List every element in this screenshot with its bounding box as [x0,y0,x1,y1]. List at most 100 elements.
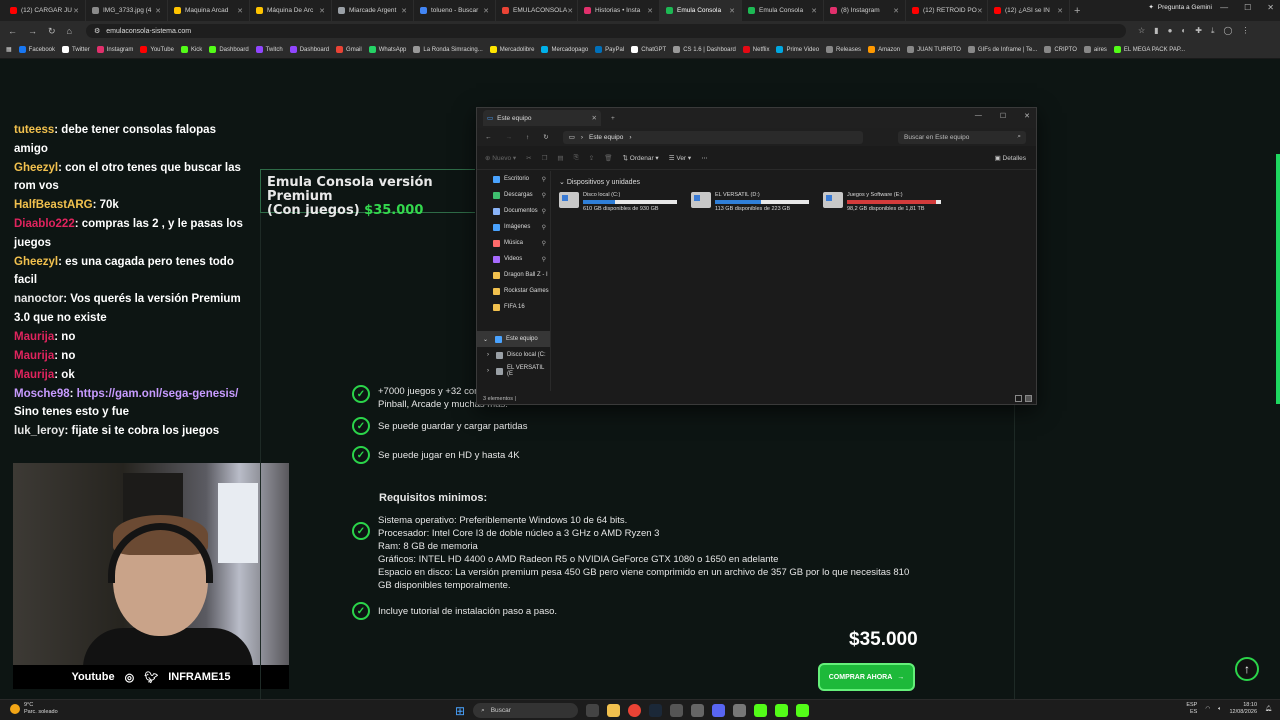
close-tab-icon[interactable]: ✕ [977,7,983,15]
close-tab-icon[interactable]: ✕ [73,7,79,15]
close-tab-icon[interactable]: ✕ [592,114,597,122]
bookmark-item[interactable]: Dashboard [209,46,249,53]
discord-icon[interactable] [712,704,726,717]
chevron-icon[interactable]: ⌄ [483,336,488,343]
quick-access-item[interactable]: Dragon Ball Z - I [477,267,550,283]
bookmark-item[interactable]: Netflix [742,46,769,53]
browser-tab[interactable]: (8) Instagram ✕ [824,0,906,21]
new-tab-icon[interactable]: + [611,115,615,122]
bookmark-item[interactable]: WhatsApp [368,46,406,53]
maximize-icon[interactable]: ☐ [1244,3,1251,12]
apps-grid-icon[interactable]: ▦ [6,46,12,53]
paste-icon[interactable]: ▤ [557,154,563,162]
close-tab-icon[interactable]: ✕ [647,7,653,15]
bookmark-item[interactable]: aires [1083,46,1107,53]
rename-icon[interactable]: ⎘ [574,154,579,162]
extension-icon[interactable]: ● [1168,26,1173,36]
close-tab-icon[interactable]: ✕ [401,7,407,15]
app-icon[interactable] [670,704,684,717]
close-tab-icon[interactable]: ✕ [237,7,243,15]
quick-access-item[interactable]: FIFA 16 [477,299,550,315]
up-icon[interactable]: ↑ [526,134,529,141]
file-explorer-icon[interactable] [607,704,621,717]
steam-icon[interactable] [649,704,663,717]
gemini-button[interactable]: ✦ Pregunta a Gemini [1148,3,1212,12]
browser-tab[interactable]: tolueno - Buscar ✕ [414,0,496,21]
app-icon[interactable] [691,704,705,717]
browser-tab[interactable]: Máquina De Arc ✕ [250,0,332,21]
minimize-icon[interactable]: — [975,112,982,120]
new-tab-icon[interactable]: + [1074,5,1080,17]
browser-tab[interactable]: Emula Consola ✕ [742,0,824,21]
chat-link[interactable]: https://gam.onl/sega-genesis/ [77,388,239,400]
group-header[interactable]: ⌄ Dispositivos y unidades [559,178,1036,186]
browser-tab[interactable]: (12) RETROID PO ✕ [906,0,988,21]
close-icon[interactable]: ✕ [1267,3,1274,12]
chevron-icon[interactable]: › [487,368,489,374]
kick-icon[interactable] [754,704,768,717]
bookmark-item[interactable]: Mercadolibre [489,46,534,53]
browser-tab[interactable]: Emula Consola ✕ [660,0,742,21]
browser-tab[interactable]: (12) ¿ASI se IN ✕ [988,0,1070,21]
extension-icon[interactable]: ◐ [1181,26,1186,36]
bookmark-item[interactable]: GIFs de Inframe | Te... [967,46,1037,53]
clock-time[interactable]: 18:10 [1229,702,1257,709]
quick-access-item[interactable]: Imágenes ⚲ [477,219,550,235]
bookmark-item[interactable]: CS 1.6 | Dashboard [673,46,736,53]
bookmark-item[interactable]: Kick [180,46,202,53]
quick-access-item[interactable]: Descargas ⚲ [477,187,550,203]
tree-item[interactable]: › EL VERSATIL (E [477,363,550,379]
close-tab-icon[interactable]: ✕ [155,7,161,15]
maximize-icon[interactable]: ☐ [1000,112,1006,120]
puzzle-icon[interactable]: ✚ [1195,26,1202,36]
details-button[interactable]: ▣ Detalles [995,154,1026,162]
browser-tab[interactable]: Maquina Arcad ✕ [168,0,250,21]
browser-tab[interactable]: EMULACONSOLA ✕ [496,0,578,21]
kick-icon[interactable] [775,704,789,717]
back-icon[interactable]: ← [485,134,492,141]
more-icon[interactable]: ⋯ [701,154,708,162]
home-icon[interactable]: ⌂ [67,26,72,37]
reload-icon[interactable]: ↻ [48,26,56,37]
bookmark-item[interactable]: Twitter [62,46,90,53]
bookmark-item[interactable]: Instagram [96,46,133,53]
chevron-icon[interactable]: › [487,352,489,358]
browser-tab[interactable]: Miarcade Argent ✕ [332,0,414,21]
quick-access-item[interactable]: Videos ⚲ [477,251,550,267]
url-field[interactable]: ⚙ emulaconsola-sistema.com [85,24,1126,38]
star-icon[interactable]: ☆ [1138,26,1145,36]
quick-access-item[interactable]: Escritorio ⚲ [477,171,550,187]
bookmark-item[interactable]: EL MEGA PACK PAP... [1113,46,1185,53]
quick-access-item[interactable]: Música ⚲ [477,235,550,251]
chrome-icon[interactable] [628,704,642,717]
browser-tab[interactable]: Historias • Insta ✕ [578,0,660,21]
close-tab-icon[interactable]: ✕ [811,7,817,15]
close-tab-icon[interactable]: ✕ [1057,7,1063,15]
tree-item[interactable]: › Disco local (C: [477,347,550,363]
forward-icon[interactable]: → [28,26,37,37]
drive-tile[interactable]: EL VERSATIL (D:) 113 GB disponibles de 22… [691,192,809,213]
refresh-icon[interactable]: ↻ [543,133,548,141]
drive-tile[interactable]: Juegos y Software (E:) 98,2 GB disponible… [823,192,941,213]
bookmark-item[interactable]: YouTube [140,46,174,53]
download-icon[interactable]: ⤓ [1211,26,1215,36]
wifi-icon[interactable]: ◠ [1205,706,1210,713]
bookmark-item[interactable]: JUAN TURRITO [907,46,961,53]
browser-tab[interactable]: IMG_3733.jpg (4 ✕ [86,0,168,21]
kick-icon[interactable] [796,704,810,717]
profile-icon[interactable]: ◯ [1224,26,1233,36]
bookmark-item[interactable]: Facebook [18,46,55,53]
buy-now-button[interactable]: COMPRAR AHORA → [818,663,915,691]
new-button[interactable]: ⊕ Nuevo ▾ [485,154,516,162]
quick-access-item[interactable]: Rockstar Games [477,283,550,299]
copy-icon[interactable]: ❐ [542,154,548,162]
tree-item[interactable]: ⌄ Este equipo [477,331,550,347]
extension-icon[interactable]: ▮ [1154,26,1158,36]
close-tab-icon[interactable]: ✕ [729,7,735,15]
task-view-icon[interactable] [586,704,600,717]
notification-icon[interactable]: 🔔︎ [1265,706,1272,713]
forward-icon[interactable]: → [506,134,513,141]
menu-icon[interactable]: ⋮ [1241,26,1249,36]
close-tab-icon[interactable]: ✕ [893,7,899,15]
close-tab-icon[interactable]: ✕ [319,7,325,15]
